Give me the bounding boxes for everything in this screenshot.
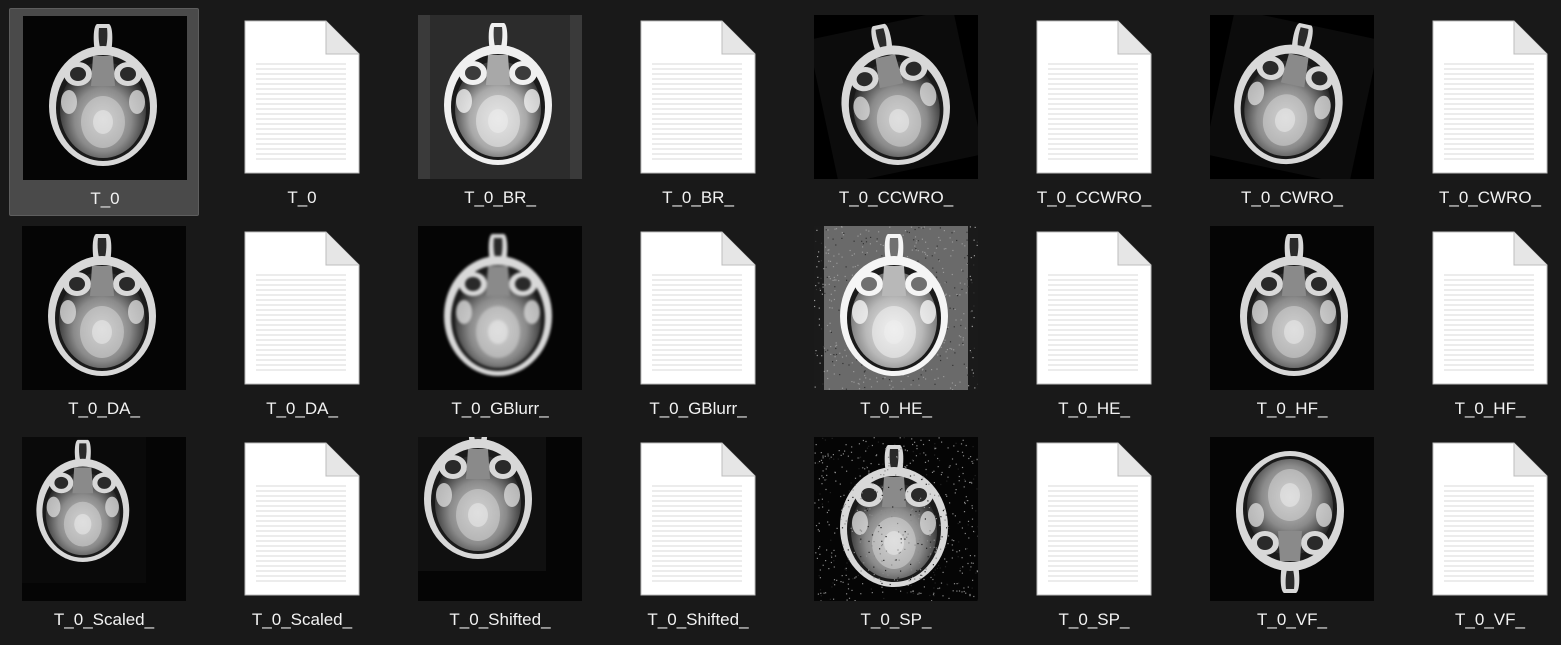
file-name-label: T_0_CWRO_ — [1438, 188, 1542, 207]
image-file-item[interactable]: T_0_Shifted_ — [405, 430, 595, 638]
image-file-item[interactable]: T_0 — [9, 8, 199, 216]
document-file-item[interactable]: T_0_VF_ — [1395, 430, 1561, 638]
file-name-label: T_0_CCWRO_ — [838, 188, 954, 207]
document-file-item[interactable]: T_0_GBlurr_ — [603, 219, 793, 427]
image-thumbnail — [1197, 14, 1387, 180]
file-name-label: T_0_HF_ — [1256, 399, 1328, 418]
document-file-item[interactable]: T_0_Scaled_ — [207, 430, 397, 638]
image-file-item[interactable]: T_0_HE_ — [801, 219, 991, 427]
document-icon — [207, 436, 397, 602]
file-name-label: T_0_HE_ — [860, 399, 932, 418]
image-file-item[interactable]: T_0_GBlurr_ — [405, 219, 595, 427]
image-thumbnail — [405, 14, 595, 180]
image-file-item[interactable]: T_0_Scaled_ — [9, 430, 199, 638]
file-name-label: T_0 — [90, 189, 120, 208]
document-icon — [999, 14, 1189, 180]
image-thumbnail — [801, 14, 991, 180]
document-file-item[interactable]: T_0_CWRO_ — [1395, 8, 1561, 216]
image-thumbnail — [801, 225, 991, 391]
document-icon — [603, 436, 793, 602]
document-icon — [999, 225, 1189, 391]
image-file-item[interactable]: T_0_CWRO_ — [1197, 8, 1387, 216]
document-icon — [999, 436, 1189, 602]
file-name-label: T_0_CWRO_ — [1240, 188, 1344, 207]
document-icon — [1395, 14, 1561, 180]
image-thumbnail — [10, 15, 200, 181]
document-file-item[interactable]: T_0_Shifted_ — [603, 430, 793, 638]
document-icon — [603, 225, 793, 391]
document-icon — [1395, 436, 1561, 602]
file-name-label: T_0_VF_ — [1257, 610, 1327, 629]
document-icon — [1395, 225, 1561, 391]
file-name-label: T_0_Scaled_ — [251, 610, 353, 629]
file-name-label: T_0 — [287, 188, 317, 207]
image-file-item[interactable]: T_0_DA_ — [9, 219, 199, 427]
file-grid: T_0 T_0 T_0_BR_ T_0_BR_ T_0_CCWRO_ T_0_C… — [0, 0, 1561, 645]
document-file-item[interactable]: T_0_CCWRO_ — [999, 8, 1189, 216]
file-name-label: T_0_BR_ — [662, 188, 734, 207]
image-thumbnail — [9, 436, 199, 602]
file-name-label: T_0_Shifted_ — [449, 610, 551, 629]
document-file-item[interactable]: T_0 — [207, 8, 397, 216]
file-name-label: T_0_Shifted_ — [647, 610, 749, 629]
document-file-item[interactable]: T_0_HF_ — [1395, 219, 1561, 427]
image-file-item[interactable]: T_0_VF_ — [1197, 430, 1387, 638]
file-name-label: T_0_VF_ — [1455, 610, 1525, 629]
file-name-label: T_0_GBlurr_ — [649, 399, 747, 418]
document-file-item[interactable]: T_0_BR_ — [603, 8, 793, 216]
image-thumbnail — [405, 436, 595, 602]
image-thumbnail — [1197, 436, 1387, 602]
file-name-label: T_0_SP_ — [860, 610, 932, 629]
file-name-label: T_0_HE_ — [1058, 399, 1130, 418]
document-file-item[interactable]: T_0_SP_ — [999, 430, 1189, 638]
image-thumbnail — [1197, 225, 1387, 391]
image-file-item[interactable]: T_0_CCWRO_ — [801, 8, 991, 216]
image-thumbnail — [801, 436, 991, 602]
image-file-item[interactable]: T_0_BR_ — [405, 8, 595, 216]
file-name-label: T_0_BR_ — [464, 188, 536, 207]
file-name-label: T_0_CCWRO_ — [1036, 188, 1152, 207]
document-icon — [207, 14, 397, 180]
file-name-label: T_0_HF_ — [1454, 399, 1526, 418]
image-file-item[interactable]: T_0_HF_ — [1197, 219, 1387, 427]
image-thumbnail — [405, 225, 595, 391]
file-name-label: T_0_GBlurr_ — [451, 399, 549, 418]
file-name-label: T_0_DA_ — [266, 399, 338, 418]
document-file-item[interactable]: T_0_DA_ — [207, 219, 397, 427]
image-file-item[interactable]: T_0_SP_ — [801, 430, 991, 638]
file-name-label: T_0_SP_ — [1058, 610, 1130, 629]
file-name-label: T_0_Scaled_ — [53, 610, 155, 629]
image-thumbnail — [9, 225, 199, 391]
document-file-item[interactable]: T_0_HE_ — [999, 219, 1189, 427]
file-name-label: T_0_DA_ — [68, 399, 140, 418]
document-icon — [207, 225, 397, 391]
document-icon — [603, 14, 793, 180]
